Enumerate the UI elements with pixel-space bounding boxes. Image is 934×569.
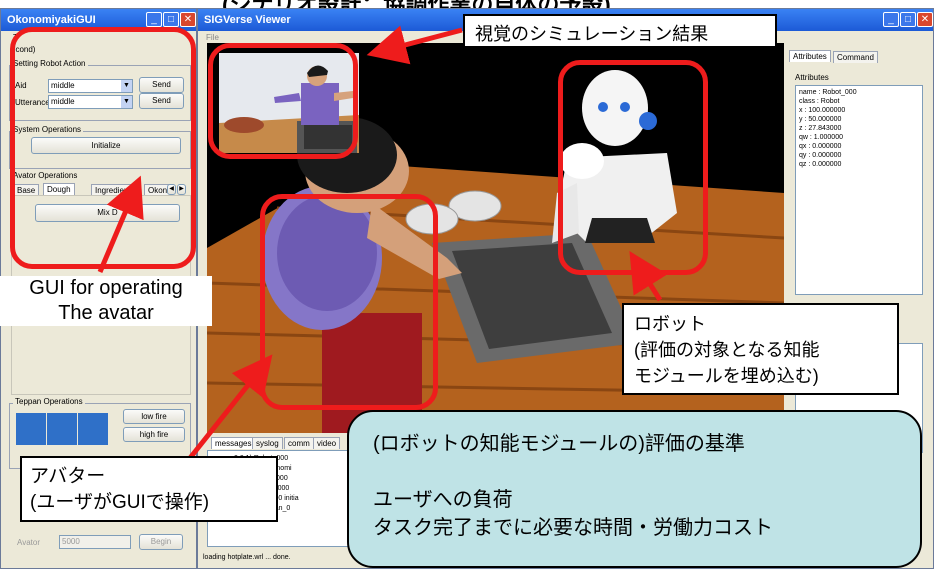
avatar-callout: アバター (ユーザがGUIで操作) bbox=[20, 456, 278, 522]
robot-callout-line2: (評価の対象となる知能 bbox=[634, 340, 820, 360]
minimize-icon[interactable]: _ bbox=[883, 12, 899, 27]
evaluation-spacer bbox=[373, 458, 896, 486]
gui-caption-line1: GUI for operating bbox=[29, 277, 183, 299]
robot-callout-line3: モジュールを埋め込む) bbox=[634, 366, 819, 386]
viewer-window-title: SIGVerse Viewer bbox=[204, 14, 291, 26]
attribute-line: class : Robot bbox=[799, 98, 840, 105]
tab-command[interactable]: Command bbox=[833, 51, 878, 63]
tab-comm[interactable]: comm bbox=[284, 437, 314, 449]
attribute-line: qx : 0.000000 bbox=[799, 143, 842, 150]
avatar-callout-line1: アバター bbox=[30, 466, 106, 487]
teppan-cell-2[interactable] bbox=[47, 413, 77, 445]
teppan-cell-3[interactable] bbox=[78, 413, 108, 445]
status-bar: loading hotplate.wrl ... done. bbox=[203, 554, 291, 561]
attributes-list: name : Robot_000 class : Robot x : 100.0… bbox=[795, 85, 923, 295]
evaluation-item-user-load: ユーザへの負荷 bbox=[373, 489, 513, 511]
highlight-avatar-box bbox=[260, 194, 438, 410]
evaluation-criteria-box: (ロボットの知能モジュールの)評価の基準 ユーザへの負荷 タスク完了までに必要な… bbox=[347, 410, 922, 568]
teppan-cell-1[interactable] bbox=[16, 413, 46, 445]
avatar-value-field[interactable]: 5000 bbox=[59, 535, 131, 549]
attribute-line: name : Robot_000 bbox=[799, 89, 857, 96]
highlight-gui-box bbox=[10, 27, 196, 269]
evaluation-heading: (ロボットの知能モジュールの)評価の基準 bbox=[373, 433, 745, 455]
teppan-group-label: Teppan Operations bbox=[13, 397, 85, 406]
begin-button[interactable]: Begin bbox=[139, 534, 183, 550]
attribute-line: qz : 0.000000 bbox=[799, 161, 842, 168]
low-fire-button[interactable]: low fire bbox=[123, 409, 185, 424]
menu-file[interactable]: File bbox=[206, 33, 219, 42]
tab-video[interactable]: video bbox=[313, 437, 341, 449]
robot-callout-line1: ロボット bbox=[634, 314, 706, 334]
tab-syslog[interactable]: syslog bbox=[252, 437, 283, 449]
avatar-row-label: Avator bbox=[17, 538, 40, 547]
gui-caption: GUI for operating The avatar bbox=[0, 276, 212, 326]
close-icon[interactable]: ✕ bbox=[180, 12, 196, 27]
high-fire-button[interactable]: high fire bbox=[123, 427, 185, 442]
attributes-heading: Attributes bbox=[795, 73, 829, 82]
attribute-line: qy : 0.000000 bbox=[799, 152, 842, 159]
attribute-line: y : 50.000000 bbox=[799, 116, 842, 123]
attribute-line: x : 100.000000 bbox=[799, 107, 846, 114]
highlight-inset-box bbox=[208, 43, 358, 159]
highlight-robot-box bbox=[558, 60, 708, 275]
evaluation-item-task-cost: タスク完了までに必要な時間・労働力コスト bbox=[373, 517, 773, 539]
attribute-line: z : 27.843000 bbox=[799, 125, 842, 132]
gui-caption-line2: The avatar bbox=[58, 302, 154, 324]
avatar-callout-line2: (ユーザがGUIで操作) bbox=[30, 492, 210, 513]
minimize-icon[interactable]: _ bbox=[146, 12, 162, 27]
tab-messages[interactable]: messages bbox=[211, 437, 256, 449]
maximize-icon[interactable]: □ bbox=[163, 12, 179, 27]
tab-attributes[interactable]: Attributes bbox=[789, 50, 831, 62]
avatar-value: 5000 bbox=[62, 537, 80, 546]
maximize-icon[interactable]: □ bbox=[900, 12, 916, 27]
visual-sim-callout: 視覚のシミュレーション結果 bbox=[463, 14, 777, 48]
gui-window-title: OkonomiyakiGUI bbox=[7, 14, 96, 26]
robot-callout: ロボット (評価の対象となる知能 モジュールを埋め込む) bbox=[622, 303, 899, 395]
close-icon[interactable]: ✕ bbox=[917, 12, 933, 27]
attribute-line: qw : 1.000000 bbox=[799, 134, 843, 141]
visual-sim-label: 視覚のシミュレーション結果 bbox=[475, 24, 709, 44]
